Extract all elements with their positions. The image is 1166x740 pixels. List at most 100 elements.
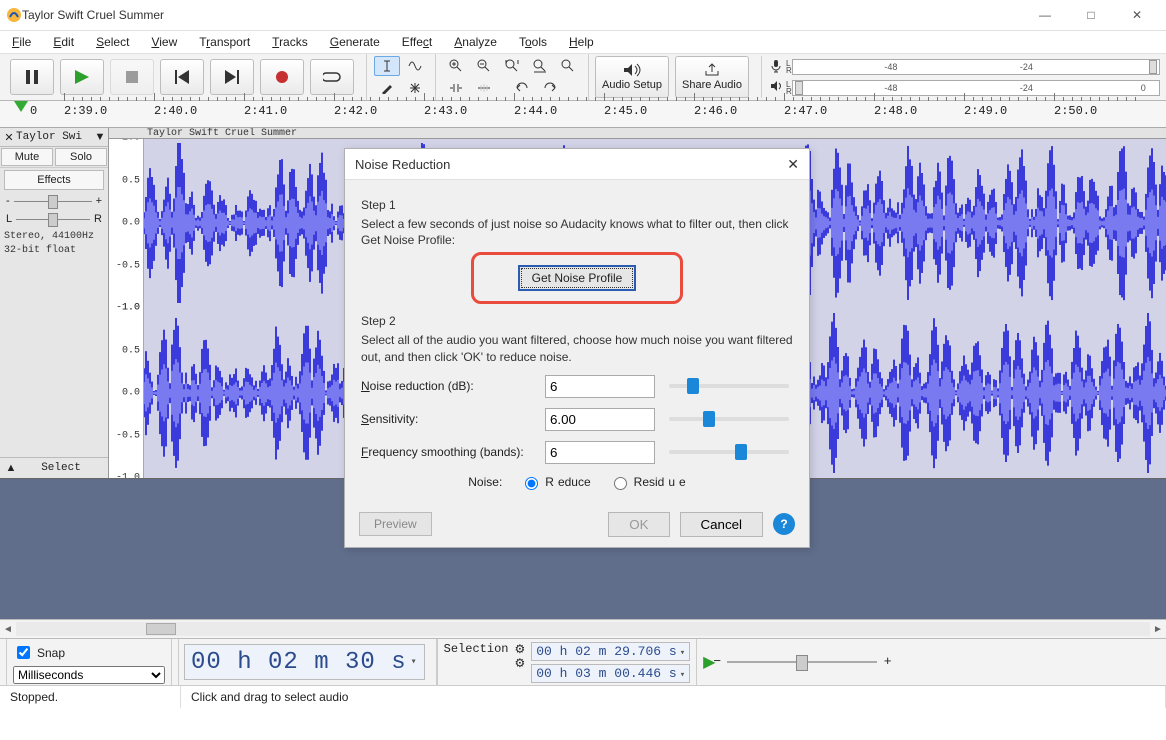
step1-text: Select a few seconds of just noise so Au… (361, 216, 793, 248)
time-dropdown-icon[interactable]: ▾ (411, 656, 418, 668)
skip-end-button[interactable] (210, 59, 254, 95)
selection-settings-icon-2[interactable]: ⚙ (514, 656, 525, 670)
zoom-toggle-button[interactable] (555, 56, 581, 76)
time-display[interactable]: 00 h 02 m 30 s▾ (184, 644, 425, 680)
play-icon (75, 70, 89, 84)
selection-settings-icon[interactable]: ⚙ (514, 642, 525, 656)
pause-icon (26, 70, 38, 84)
menu-analyze[interactable]: Analyze (450, 33, 501, 51)
pan-slider[interactable]: LR (0, 210, 108, 228)
bottom-toolbar: Snap Milliseconds 00 h 02 m 30 s▾ Select… (0, 639, 1166, 686)
share-audio-label: Share Audio (682, 79, 742, 91)
share-icon (704, 63, 720, 77)
zoom-in-icon (449, 59, 463, 73)
selection-end[interactable]: 00 h 03 m 00.446 s▾ (531, 664, 690, 683)
timeline-start: 0 (30, 104, 37, 118)
share-audio-button[interactable]: Share Audio (675, 56, 749, 98)
zoom-toggle-icon (561, 59, 575, 73)
freq-smoothing-slider[interactable] (669, 450, 789, 454)
help-button[interactable]: ? (773, 513, 795, 535)
cancel-button[interactable]: Cancel (680, 512, 764, 537)
track-menu-dropdown[interactable]: ▼ (94, 131, 106, 143)
timeline-ruler[interactable]: 0 2:39.02:40.02:41.02:42.02:43.02:44.02:… (0, 101, 1166, 128)
selection-start[interactable]: 00 h 02 m 29.706 s▾ (531, 642, 690, 661)
audio-setup-button[interactable]: Audio Setup (595, 56, 669, 98)
envelope-tool[interactable] (402, 56, 428, 76)
track-format-line1: Stereo, 44100Hz (0, 228, 108, 245)
fit-selection-button[interactable] (499, 56, 525, 76)
level-meters: LR -48 -24 LR -48 -24 0 (761, 56, 1166, 98)
scroll-right-button[interactable]: ► (1150, 624, 1166, 635)
menu-transport[interactable]: Transport (195, 33, 254, 51)
fit-sel-icon (505, 59, 519, 73)
menu-generate[interactable]: Generate (326, 33, 384, 51)
clip-title-strip[interactable]: Taylor Swift Cruel Summer (109, 128, 1166, 139)
status-bar: Stopped. Click and drag to select audio (0, 686, 1166, 708)
silence-icon (477, 83, 491, 93)
fit-project-button[interactable] (527, 56, 553, 76)
step2-text: Select all of the audio you want filtere… (361, 332, 793, 364)
scroll-thumb[interactable] (146, 623, 176, 635)
recording-meter[interactable]: -48 -24 (792, 59, 1160, 75)
selection-tool[interactable] (374, 56, 400, 76)
residue-radio[interactable]: Residue (609, 474, 686, 490)
stop-icon (126, 71, 138, 83)
effects-button[interactable]: Effects (4, 170, 104, 190)
zoom-out-button[interactable] (471, 56, 497, 76)
step1-label: Step 1 (361, 198, 793, 212)
ok-button[interactable]: OK (608, 512, 669, 537)
freq-smoothing-input[interactable] (545, 441, 655, 464)
skip-start-button[interactable] (160, 59, 204, 95)
sensitivity-input[interactable] (545, 408, 655, 431)
sensitivity-slider[interactable] (669, 417, 789, 421)
track-name[interactable]: Taylor Swi (16, 131, 94, 143)
title-bar: Taylor Swift Cruel Summer — □ ✕ (0, 0, 1166, 31)
menu-file[interactable]: File (8, 33, 35, 51)
reduce-radio[interactable]: Reduce (520, 474, 590, 490)
window-title: Taylor Swift Cruel Summer (22, 8, 164, 22)
menu-help[interactable]: Help (565, 33, 598, 51)
selection-label: Selection (444, 642, 509, 656)
audio-setup-icon (622, 63, 642, 77)
noise-reduction-slider[interactable] (669, 384, 789, 388)
track-close-button[interactable]: ✕ (2, 131, 16, 144)
scroll-left-button[interactable]: ◄ (0, 624, 16, 635)
maximize-button[interactable]: □ (1068, 0, 1114, 30)
record-button[interactable] (260, 59, 304, 95)
menu-tools[interactable]: Tools (515, 33, 551, 51)
menu-tracks[interactable]: Tracks (268, 33, 312, 51)
playback-speed-slider[interactable]: −+ (727, 661, 877, 663)
track-format-line2: 32-bit float (0, 245, 108, 259)
solo-button[interactable]: Solo (55, 148, 107, 166)
horizontal-scrollbar[interactable]: ◄ ► (0, 619, 1166, 639)
get-noise-profile-button[interactable]: Get Noise Profile (518, 265, 637, 291)
gain-slider[interactable]: -+ (0, 192, 108, 210)
status-hint: Click and drag to select audio (181, 686, 1166, 708)
zoom-out-icon (477, 59, 491, 73)
stop-button[interactable] (110, 59, 154, 95)
menu-edit[interactable]: Edit (49, 33, 78, 51)
fit-proj-icon (533, 59, 547, 73)
preview-button[interactable]: Preview (359, 512, 432, 536)
minimize-button[interactable]: — (1022, 0, 1068, 30)
close-button[interactable]: ✕ (1114, 0, 1160, 30)
noise-reduction-input[interactable] (545, 375, 655, 398)
mute-button[interactable]: Mute (1, 148, 53, 166)
menu-view[interactable]: View (147, 33, 181, 51)
play-button[interactable] (60, 59, 104, 95)
snap-unit-select[interactable]: Milliseconds (13, 666, 165, 684)
pause-button[interactable] (10, 59, 54, 95)
loop-button[interactable] (310, 59, 354, 95)
zoom-in-button[interactable] (443, 56, 469, 76)
menu-effect[interactable]: Effect (398, 33, 436, 51)
noise-label: Noise: (468, 475, 502, 489)
dialog-close-button[interactable]: ✕ (787, 156, 799, 173)
noise-reduction-label: Noise reduction (dB): (361, 379, 531, 393)
rec-meter-grip[interactable] (1149, 60, 1157, 74)
playhead-icon[interactable] (14, 101, 28, 112)
freq-smoothing-label: Frequency smoothing (bands): (361, 445, 531, 459)
collapse-button[interactable]: ▲ (4, 462, 18, 474)
track-select-button[interactable]: Select (18, 462, 104, 474)
snap-checkbox[interactable]: Snap (13, 643, 165, 662)
menu-select[interactable]: Select (92, 33, 133, 51)
